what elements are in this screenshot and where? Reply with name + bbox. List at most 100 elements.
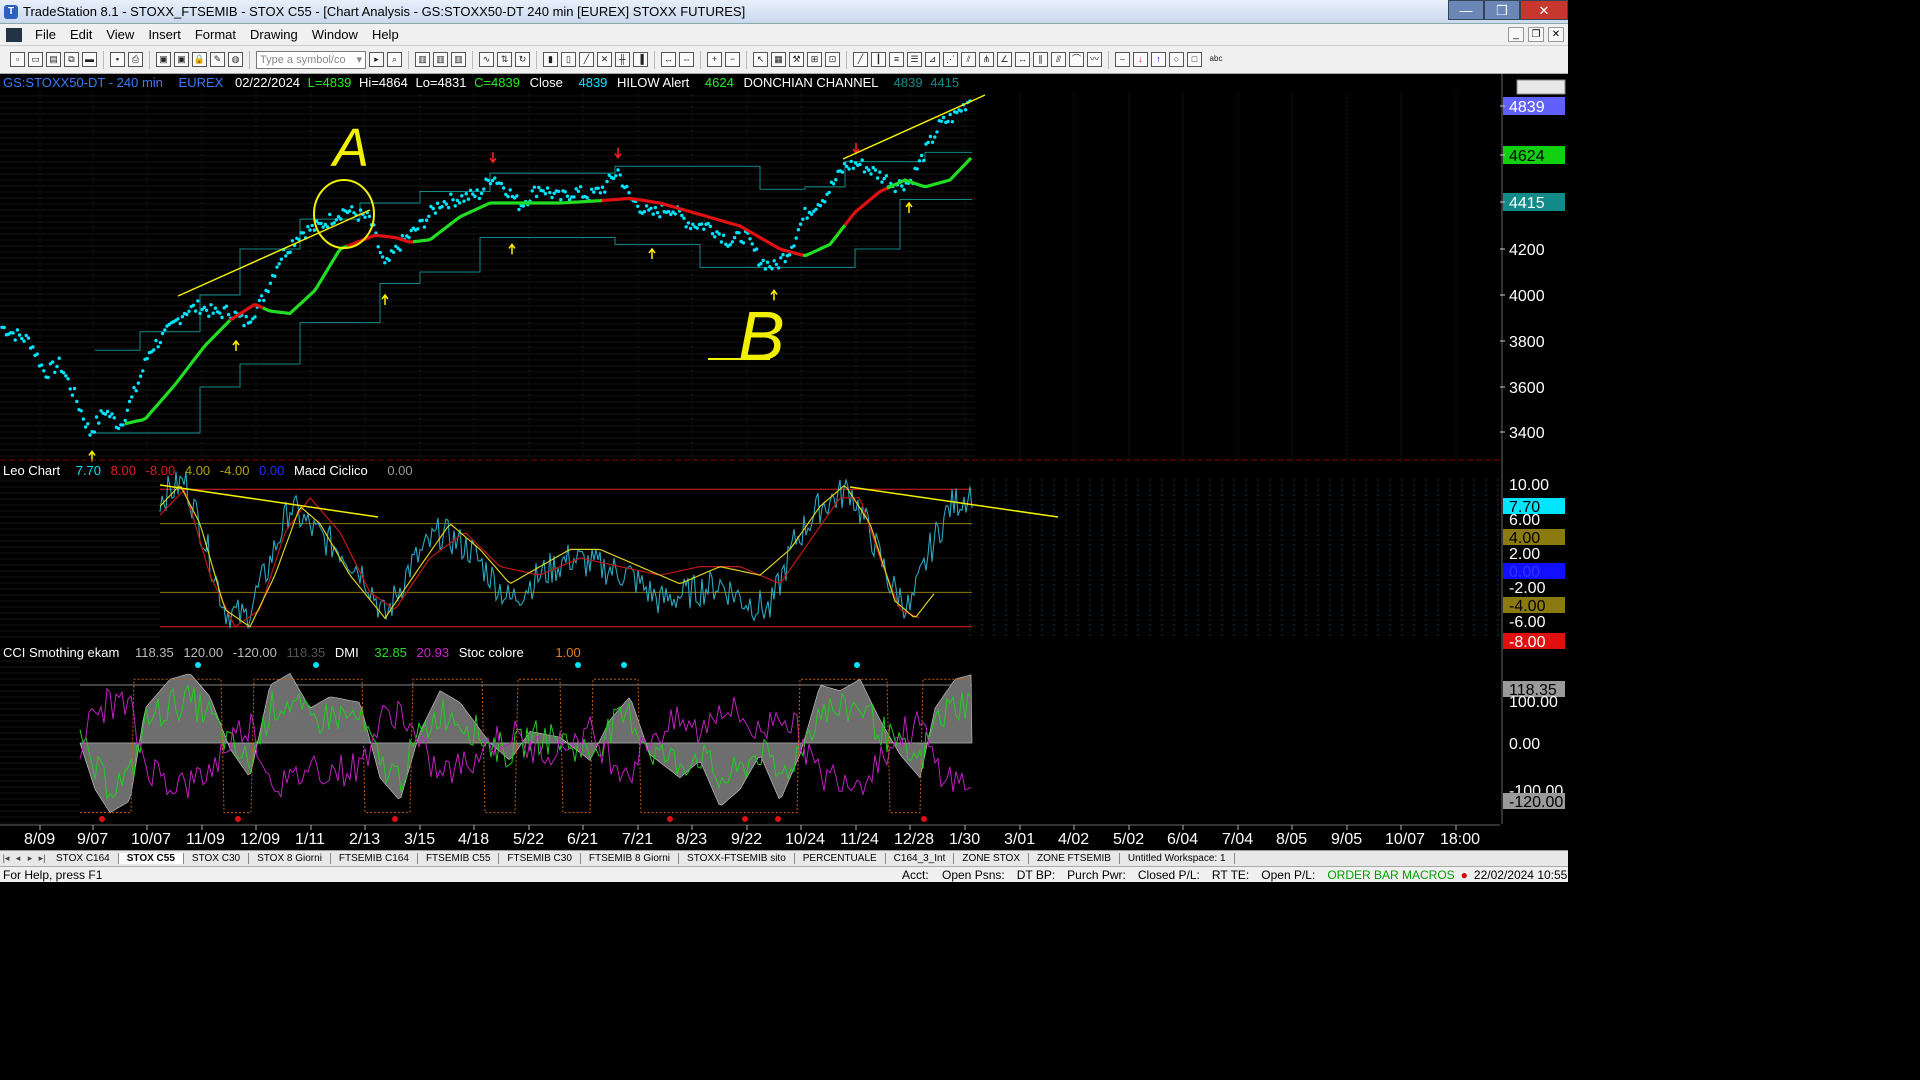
go-arrow-icon[interactable]: ▸ [369,52,384,67]
mdi-restore-button[interactable]: ❐ [1528,27,1544,42]
arrow-down-icon[interactable]: ↓ [1133,52,1148,67]
point-figure-icon[interactable]: ✕ [597,52,612,67]
trendline-icon[interactable]: ╱ [853,52,868,67]
fib-icon[interactable]: ☰ [907,52,922,67]
tab-untitled-workspace[interactable]: Untitled Workspace: 1 [1120,853,1235,864]
new-icon[interactable]: ▫ [10,52,25,67]
menu-window[interactable]: Window [305,27,365,42]
arc-icon[interactable]: ⌒ [1069,52,1084,67]
vertical-line-icon[interactable]: ┃ [871,52,886,67]
maximize-button[interactable]: ❒ [1484,0,1520,20]
pointer-icon[interactable]: ↖ [753,52,768,67]
price-point [842,161,847,166]
save-icon[interactable]: ▪ [110,52,125,67]
price-point [332,221,336,225]
copy-icon[interactable]: ⧉ [64,52,79,67]
chart-style-icon[interactable]: ▥ [451,52,466,67]
freehand-icon[interactable]: 〰 [1087,52,1102,67]
last-tab-icon[interactable]: ▸| [36,853,48,864]
insert-strategy-icon[interactable]: ⇅ [497,52,512,67]
tab-stoxx-ftsemib-sito[interactable]: STOXX-FTSEMIB sito [679,853,795,864]
open-workspace-icon[interactable]: ▤ [46,52,61,67]
chart-canvas[interactable]: A B GS:STOXX50-DT - 240 min EUREX 02/22/2… [0,74,1568,850]
tab-zone-ftsemib[interactable]: ZONE FTSEMIB [1029,853,1120,864]
first-tab-icon[interactable]: |◂ [0,853,12,864]
menu-help[interactable]: Help [365,27,406,42]
open-icon[interactable]: ▭ [28,52,43,67]
andrews-icon[interactable]: ⋔ [979,52,994,67]
minimize-button[interactable]: — [1448,0,1484,20]
angle-icon[interactable]: ∠ [997,52,1012,67]
globe-icon[interactable]: ◍ [228,52,243,67]
menu-drawing[interactable]: Drawing [243,27,305,42]
lock-icon[interactable]: 🔒 [192,52,207,67]
chart-window-icon[interactable] [6,27,22,42]
next-tab-icon[interactable]: ▸ [24,853,36,864]
lookup-icon[interactable]: ⌕ [387,52,402,67]
price-point [759,261,763,266]
tools-icon[interactable]: ⚒ [789,52,804,67]
text-icon[interactable]: abc [1205,52,1227,67]
time-axis[interactable]: 8/09 9/07 10/07 11/09 12/09 1/11 2/13 3/15 4/18 5… [0,824,1568,850]
refresh-icon[interactable]: ↻ [515,52,530,67]
rectangle-icon[interactable]: □ [1187,52,1202,67]
candle-icon[interactable]: ▯ [561,52,576,67]
chart-style-icon[interactable]: ▥ [415,52,430,67]
parallel-line-icon[interactable]: ∥ [1033,52,1048,67]
mdi-close-button[interactable]: ✕ [1548,27,1564,42]
format-icon[interactable]: ✎ [210,52,225,67]
tab-ftsemib-8-giorni[interactable]: FTSEMIB 8 Giorni [581,853,680,864]
mdi-minimize-button[interactable]: _ [1508,27,1524,42]
tracking-icon[interactable]: ⊞ [807,52,822,67]
volume-icon[interactable]: ▐ [633,52,648,67]
menu-format[interactable]: Format [188,27,243,42]
exchange-label: EUREX [179,75,224,90]
regression-icon[interactable]: ⫻ [1051,52,1066,67]
chart-style-icon[interactable]: ▥ [433,52,448,67]
tab-stox-c30[interactable]: STOX C30 [184,853,250,864]
order-bar-macros[interactable]: ORDER BAR MACROS [1321,868,1460,882]
close-button[interactable]: ✕ [1520,0,1568,20]
menu-insert[interactable]: Insert [141,27,188,42]
line-chart-icon[interactable]: ╱ [579,52,594,67]
bar-spacing-icon[interactable]: ⇔ [679,52,694,67]
ellipse-icon[interactable]: ○ [1169,52,1184,67]
zoom-in-icon[interactable]: + [707,52,722,67]
tab-ftsemib-c164[interactable]: FTSEMIB C164 [331,853,418,864]
curve-icon[interactable]: ⌣ [1115,52,1130,67]
tab-ftsemib-c30[interactable]: FTSEMIB C30 [499,853,581,864]
tab-zone-stox[interactable]: ZONE STOX [954,853,1029,864]
data-window-icon[interactable]: ▦ [771,52,786,67]
window-icon[interactable]: ▣ [156,52,171,67]
zoom-out-icon[interactable]: − [725,52,740,67]
tab-stox-8-giorni[interactable]: STOX 8 Giorni [249,853,331,864]
tab-percentuale[interactable]: PERCENTUALE [795,853,886,864]
channel-icon[interactable]: ⫽ [961,52,976,67]
tab-stox-c164[interactable]: STOX C164 [48,853,119,864]
measure-icon[interactable]: ↔ [1015,52,1030,67]
menu-view[interactable]: View [99,27,141,42]
tab-c164-3-int[interactable]: C164_3_Int [886,853,955,864]
horizontal-line-icon[interactable]: ≡ [889,52,904,67]
tab-ftsemib-c55[interactable]: FTSEMIB C55 [418,853,500,864]
speed-line-icon[interactable]: ⋰ [943,52,958,67]
prev-tab-icon[interactable]: ◂ [12,853,24,864]
arrow-up-icon[interactable]: ↑ [1151,52,1166,67]
price-axis[interactable]: 4839462444154200400038003600340010.007.7… [1500,74,1568,824]
menu-edit[interactable]: Edit [63,27,99,42]
tab-stox-c55[interactable]: STOX C55 [118,853,184,864]
insert-indicator-icon[interactable]: ∿ [479,52,494,67]
gann-icon[interactable]: ⊿ [925,52,940,67]
price-point [105,409,110,414]
bar-chart-icon[interactable]: ▮ [543,52,558,67]
workspace-icon[interactable]: ▣ [174,52,189,67]
folder-icon[interactable]: ▬ [82,52,97,67]
scroll-icon[interactable]: ↔ [661,52,676,67]
chart-analysis-window[interactable]: A B GS:STOXX50-DT - 240 min EUREX 02/22/2… [0,74,1568,850]
tick-chart-icon[interactable]: ╫ [615,52,630,67]
chevron-down-icon[interactable]: ▾ [356,53,362,66]
symbol-input[interactable]: Type a symbol/co ▾ [256,50,366,69]
print-icon[interactable]: ⎙ [128,52,143,67]
menu-file[interactable]: File [28,27,63,42]
snap-icon[interactable]: ⊡ [825,52,840,67]
